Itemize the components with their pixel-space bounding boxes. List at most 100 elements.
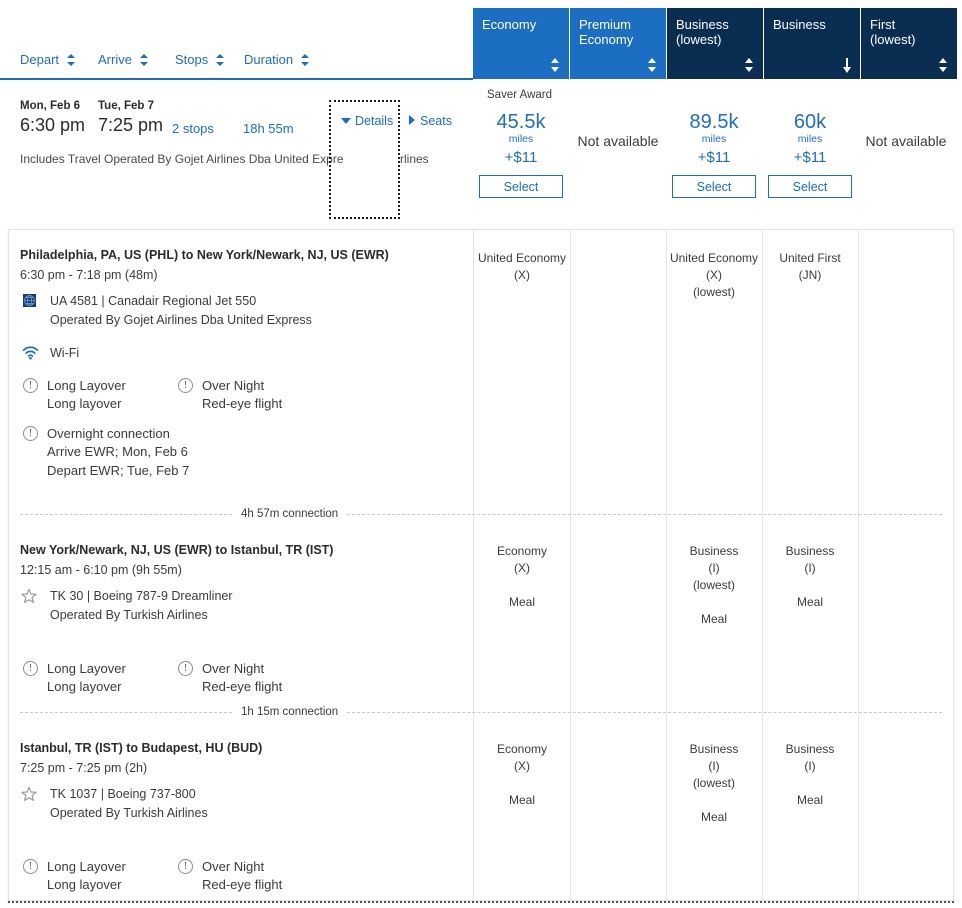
fare-meal: Meal (508, 793, 535, 807)
sort-duration-button[interactable]: Duration (244, 52, 309, 67)
fare-cabin: United Economy (477, 251, 567, 265)
alert-desc: Long layover (47, 877, 122, 892)
seats-toggle-button[interactable]: Seats (409, 114, 452, 128)
stops-link[interactable]: 2 stops (172, 121, 214, 136)
business-tax: +$11 (793, 149, 827, 166)
depart-date: Mon, Feb 6 (20, 100, 81, 112)
segment-1-alert-long-layover: ! Long Layover Long layover (20, 377, 126, 413)
business-lowest-miles-unit: miles (701, 133, 727, 145)
fare-cabin: Economy (496, 544, 548, 558)
sort-arrive-button[interactable]: Arrive (98, 52, 148, 67)
fare-tab-business-lowest-line1: Business (676, 17, 729, 32)
fare-lowest: (lowest) (692, 285, 735, 299)
fare-cabin: Business (689, 742, 739, 756)
fare-code: (I) (708, 561, 720, 575)
warning-icon: ! (178, 378, 193, 393)
depart-time: 6:30 pm (20, 115, 86, 135)
details-toggle-button[interactable]: Details (341, 114, 393, 128)
fare-tab-business-lowest[interactable]: Business (lowest) (667, 8, 763, 79)
segment-2-alert-long-layover: ! Long Layover Long layover (20, 660, 126, 696)
alert-desc-2: Depart EWR; Tue, Feb 7 (47, 463, 190, 478)
arrive-time: 7:25 pm (98, 115, 164, 135)
fare-meal: Meal (796, 793, 823, 807)
warning-icon: ! (23, 859, 38, 874)
page-bottom-focus-edge (8, 901, 954, 903)
sort-depart-label: Depart (20, 52, 60, 67)
sort-duration-label: Duration (244, 52, 294, 67)
fare-meal: Meal (700, 612, 727, 626)
star-alliance-icon (21, 786, 37, 802)
economy-miles: 45.5k (496, 111, 546, 133)
warning-icon: ! (23, 426, 38, 441)
sort-updown-icon (139, 54, 148, 66)
segment-1-alert-overnight: ! Over Night Red-eye flight (175, 377, 282, 413)
fare-tab-business-lowest-line2: (lowest) (676, 32, 722, 47)
sort-depart-button[interactable]: Depart (20, 52, 75, 67)
segment-3-fare-economy: Economy (X) Meal (474, 741, 570, 809)
sort-updown-icon[interactable] (939, 58, 948, 72)
segment-1-wifi-label: Wi-Fi (50, 346, 80, 360)
segment-3-alert-overnight: ! Over Night Red-eye flight (175, 858, 282, 894)
divider-line-right (347, 711, 942, 713)
alert-desc: Long layover (47, 396, 122, 411)
divider-line-left (20, 711, 232, 713)
fare-tab-business-line1: Business (773, 17, 826, 32)
details-label: Details (355, 114, 394, 128)
divider-line-left (20, 513, 232, 515)
segment-3-fare-business: Business (I) Meal (762, 741, 858, 809)
economy-tax: +$11 (504, 149, 538, 166)
business-lowest-miles: 89.5k (689, 111, 739, 133)
price-cell-business: 60k miles +$11 Select (762, 92, 858, 198)
fare-tab-business[interactable]: Business (764, 8, 860, 79)
fare-cabin: Business (785, 544, 835, 558)
fare-tab-premium-economy[interactable]: Premium Economy (570, 8, 666, 79)
fare-code: (X) (514, 561, 530, 575)
alert-title: Long Layover (47, 378, 126, 393)
select-button-economy[interactable]: Select (479, 175, 563, 198)
sort-stops-button[interactable]: Stops (175, 52, 224, 67)
economy-miles-unit: miles (508, 133, 534, 145)
segment-2-flight-label: TK 30 | Boeing 787-9 Dreamliner (50, 589, 233, 603)
sort-updown-icon[interactable] (745, 58, 754, 72)
segment-3-route: Istanbul, TR (IST) to Budapest, HU (BUD) (20, 741, 263, 755)
select-button-business-lowest[interactable]: Select (672, 175, 756, 198)
divider-line-right (347, 513, 942, 515)
segment-2-operated: Operated By Turkish Airlines (50, 608, 208, 622)
segment-2-flight: TK 30 | Boeing 787-9 Dreamliner (20, 588, 470, 603)
fare-lowest: (lowest) (692, 776, 735, 790)
column-divider (570, 230, 571, 900)
segment-1-wifi: Wi-Fi (20, 346, 470, 360)
segment-2-fare-business: Business (I) Meal (762, 543, 858, 611)
fare-meal: Meal (508, 595, 535, 609)
sort-updown-icon (300, 54, 309, 66)
warning-icon: ! (178, 859, 193, 874)
connection-divider-2: 1h 15m connection (20, 706, 942, 718)
seats-label: Seats (420, 114, 452, 128)
fare-cabin: Business (785, 742, 835, 756)
fare-code: (X) (514, 268, 530, 282)
segment-1-route: Philadelphia, PA, US (PHL) to New York/N… (20, 248, 389, 262)
sort-descending-icon[interactable] (842, 58, 851, 73)
fare-cabin: Business (689, 544, 739, 558)
fare-tab-economy[interactable]: Economy (473, 8, 569, 79)
fare-tab-first-lowest-line1: First (870, 17, 896, 32)
segment-1-fare-business-lowest: United Economy (X) (lowest) (666, 250, 762, 301)
sort-updown-icon[interactable] (551, 58, 560, 72)
segment-2-times: 12:15 am - 6:10 pm (9h 55m) (20, 563, 182, 577)
column-divider (858, 230, 859, 900)
wifi-icon (22, 346, 39, 360)
alert-desc: Red-eye flight (202, 877, 283, 892)
select-button-business[interactable]: Select (768, 175, 852, 198)
fare-tab-first-lowest[interactable]: First (lowest) (861, 8, 957, 79)
alert-title: Over Night (202, 378, 265, 393)
alert-title: Long Layover (47, 661, 126, 676)
warning-icon: ! (178, 661, 193, 676)
fare-cabin: Economy (496, 742, 548, 756)
segment-1-fare-economy: United Economy (X) (474, 250, 570, 284)
fare-code: (X) (514, 759, 530, 773)
warning-icon: ! (23, 378, 38, 393)
sort-updown-icon[interactable] (648, 58, 657, 72)
flight-result-page: Economy Premium Economy Business (lowest… (0, 0, 962, 908)
arrive-date: Tue, Feb 7 (98, 100, 155, 112)
alert-desc: Red-eye flight (202, 396, 283, 411)
